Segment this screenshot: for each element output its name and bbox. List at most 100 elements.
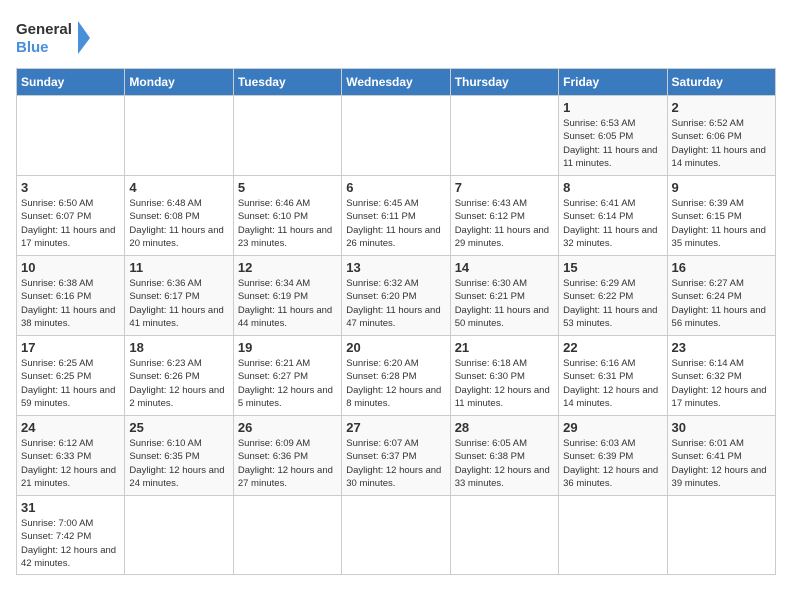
day-cell: 23 Sunrise: 6:14 AM Sunset: 6:32 PM Dayli… xyxy=(667,336,775,416)
day-cell: 19Sunrise: 6:21 AM Sunset: 6:27 PM Dayli… xyxy=(233,336,341,416)
day-cell xyxy=(17,96,125,176)
week-row-0: 1Sunrise: 6:53 AM Sunset: 6:05 PM Daylig… xyxy=(17,96,776,176)
day-cell: 21 Sunrise: 6:18 AM Sunset: 6:30 PM Dayli… xyxy=(450,336,558,416)
day-cell: 25 Sunrise: 6:10 AM Sunset: 6:35 PM Dayli… xyxy=(125,416,233,496)
day-cell xyxy=(450,496,558,575)
day-info: Sunrise: 6:34 AM Sunset: 6:19 PM Dayligh… xyxy=(238,277,337,330)
day-number: 9 xyxy=(672,180,771,195)
header-cell-tuesday: Tuesday xyxy=(233,69,341,96)
day-cell: 12 Sunrise: 6:34 AM Sunset: 6:19 PM Dayli… xyxy=(233,256,341,336)
day-number: 30 xyxy=(672,420,771,435)
day-info: Sunrise: 6:14 AM Sunset: 6:32 PM Dayligh… xyxy=(672,357,771,410)
day-number: 29 xyxy=(563,420,662,435)
day-number: 7 xyxy=(455,180,554,195)
day-info: Sunrise: 6:20 AM Sunset: 6:28 PM Dayligh… xyxy=(346,357,445,410)
day-cell: 13Sunrise: 6:32 AM Sunset: 6:20 PM Dayli… xyxy=(342,256,450,336)
day-cell: 5 Sunrise: 6:46 AM Sunset: 6:10 PM Daylig… xyxy=(233,176,341,256)
day-number: 1 xyxy=(563,100,662,115)
day-number: 2 xyxy=(672,100,771,115)
day-number: 13 xyxy=(346,260,445,275)
day-cell xyxy=(125,96,233,176)
day-cell: 6 Sunrise: 6:45 AM Sunset: 6:11 PM Daylig… xyxy=(342,176,450,256)
day-cell: 11 Sunrise: 6:36 AM Sunset: 6:17 PM Dayli… xyxy=(125,256,233,336)
day-info: Sunrise: 6:03 AM Sunset: 6:39 PM Dayligh… xyxy=(563,437,662,490)
day-number: 21 xyxy=(455,340,554,355)
day-cell: 1Sunrise: 6:53 AM Sunset: 6:05 PM Daylig… xyxy=(559,96,667,176)
logo-svg: General Blue xyxy=(16,16,96,60)
day-cell: 31Sunrise: 7:00 AM Sunset: 7:42 PM Dayli… xyxy=(17,496,125,575)
day-cell: 2 Sunrise: 6:52 AM Sunset: 6:06 PM Daylig… xyxy=(667,96,775,176)
day-number: 10 xyxy=(21,260,120,275)
day-cell: 3 Sunrise: 6:50 AM Sunset: 6:07 PM Daylig… xyxy=(17,176,125,256)
day-number: 18 xyxy=(129,340,228,355)
header-row: SundayMondayTuesdayWednesdayThursdayFrid… xyxy=(17,69,776,96)
day-number: 5 xyxy=(238,180,337,195)
day-info: Sunrise: 6:12 AM Sunset: 6:33 PM Dayligh… xyxy=(21,437,120,490)
day-info: Sunrise: 7:00 AM Sunset: 7:42 PM Dayligh… xyxy=(21,517,120,570)
day-cell: 22Sunrise: 6:16 AM Sunset: 6:31 PM Dayli… xyxy=(559,336,667,416)
day-cell xyxy=(450,96,558,176)
day-cell: 30 Sunrise: 6:01 AM Sunset: 6:41 PM Dayli… xyxy=(667,416,775,496)
day-cell xyxy=(559,496,667,575)
header-cell-monday: Monday xyxy=(125,69,233,96)
day-number: 27 xyxy=(346,420,445,435)
day-number: 20 xyxy=(346,340,445,355)
day-number: 24 xyxy=(21,420,120,435)
day-info: Sunrise: 6:29 AM Sunset: 6:22 PM Dayligh… xyxy=(563,277,662,330)
day-number: 19 xyxy=(238,340,337,355)
day-number: 28 xyxy=(455,420,554,435)
day-info: Sunrise: 6:18 AM Sunset: 6:30 PM Dayligh… xyxy=(455,357,554,410)
week-row-5: 31Sunrise: 7:00 AM Sunset: 7:42 PM Dayli… xyxy=(17,496,776,575)
day-number: 11 xyxy=(129,260,228,275)
day-number: 15 xyxy=(563,260,662,275)
day-cell: 8Sunrise: 6:41 AM Sunset: 6:14 PM Daylig… xyxy=(559,176,667,256)
day-number: 25 xyxy=(129,420,228,435)
header-cell-sunday: Sunday xyxy=(17,69,125,96)
day-number: 14 xyxy=(455,260,554,275)
day-info: Sunrise: 6:07 AM Sunset: 6:37 PM Dayligh… xyxy=(346,437,445,490)
day-number: 17 xyxy=(21,340,120,355)
header-cell-thursday: Thursday xyxy=(450,69,558,96)
day-info: Sunrise: 6:01 AM Sunset: 6:41 PM Dayligh… xyxy=(672,437,771,490)
day-info: Sunrise: 6:50 AM Sunset: 6:07 PM Dayligh… xyxy=(21,197,120,250)
day-number: 6 xyxy=(346,180,445,195)
day-cell: 18 Sunrise: 6:23 AM Sunset: 6:26 PM Dayli… xyxy=(125,336,233,416)
day-cell: 26 Sunrise: 6:09 AM Sunset: 6:36 PM Dayli… xyxy=(233,416,341,496)
day-cell: 20 Sunrise: 6:20 AM Sunset: 6:28 PM Dayli… xyxy=(342,336,450,416)
day-number: 3 xyxy=(21,180,120,195)
day-number: 8 xyxy=(563,180,662,195)
day-info: Sunrise: 6:45 AM Sunset: 6:11 PM Dayligh… xyxy=(346,197,445,250)
calendar-table: SundayMondayTuesdayWednesdayThursdayFrid… xyxy=(16,68,776,575)
day-info: Sunrise: 6:48 AM Sunset: 6:08 PM Dayligh… xyxy=(129,197,228,250)
day-info: Sunrise: 6:43 AM Sunset: 6:12 PM Dayligh… xyxy=(455,197,554,250)
header-cell-friday: Friday xyxy=(559,69,667,96)
day-cell xyxy=(233,496,341,575)
day-info: Sunrise: 6:05 AM Sunset: 6:38 PM Dayligh… xyxy=(455,437,554,490)
day-info: Sunrise: 6:25 AM Sunset: 6:25 PM Dayligh… xyxy=(21,357,120,410)
day-cell xyxy=(342,496,450,575)
logo: General Blue xyxy=(16,16,96,60)
day-info: Sunrise: 6:30 AM Sunset: 6:21 PM Dayligh… xyxy=(455,277,554,330)
day-info: Sunrise: 6:46 AM Sunset: 6:10 PM Dayligh… xyxy=(238,197,337,250)
day-info: Sunrise: 6:23 AM Sunset: 6:26 PM Dayligh… xyxy=(129,357,228,410)
day-info: Sunrise: 6:09 AM Sunset: 6:36 PM Dayligh… xyxy=(238,437,337,490)
header: General Blue xyxy=(16,16,776,60)
day-cell: 14 Sunrise: 6:30 AM Sunset: 6:21 PM Dayli… xyxy=(450,256,558,336)
day-number: 12 xyxy=(238,260,337,275)
day-info: Sunrise: 6:36 AM Sunset: 6:17 PM Dayligh… xyxy=(129,277,228,330)
svg-text:Blue: Blue xyxy=(16,39,49,56)
day-info: Sunrise: 6:10 AM Sunset: 6:35 PM Dayligh… xyxy=(129,437,228,490)
day-cell: 27 Sunrise: 6:07 AM Sunset: 6:37 PM Dayli… xyxy=(342,416,450,496)
week-row-1: 3 Sunrise: 6:50 AM Sunset: 6:07 PM Daylig… xyxy=(17,176,776,256)
day-info: Sunrise: 6:39 AM Sunset: 6:15 PM Dayligh… xyxy=(672,197,771,250)
day-cell: 29 Sunrise: 6:03 AM Sunset: 6:39 PM Dayli… xyxy=(559,416,667,496)
week-row-3: 17 Sunrise: 6:25 AM Sunset: 6:25 PM Dayli… xyxy=(17,336,776,416)
day-info: Sunrise: 6:27 AM Sunset: 6:24 PM Dayligh… xyxy=(672,277,771,330)
day-info: Sunrise: 6:52 AM Sunset: 6:06 PM Dayligh… xyxy=(672,117,771,170)
svg-text:General: General xyxy=(16,21,72,38)
day-number: 26 xyxy=(238,420,337,435)
day-cell: 16Sunrise: 6:27 AM Sunset: 6:24 PM Dayli… xyxy=(667,256,775,336)
day-number: 23 xyxy=(672,340,771,355)
day-cell: 4Sunrise: 6:48 AM Sunset: 6:08 PM Daylig… xyxy=(125,176,233,256)
day-info: Sunrise: 6:38 AM Sunset: 6:16 PM Dayligh… xyxy=(21,277,120,330)
